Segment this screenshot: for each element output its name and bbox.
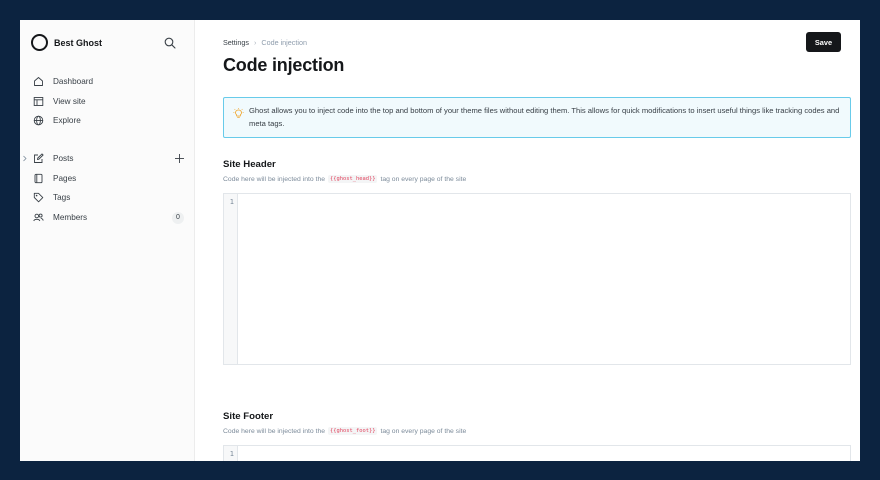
nav-label: Tags <box>53 193 71 203</box>
breadcrumb-settings-link[interactable]: Settings <box>223 38 249 47</box>
brand[interactable]: Best Ghost <box>31 34 102 51</box>
breadcrumb-current: Code injection <box>261 38 307 47</box>
line-number-gutter: 1 <box>224 446 238 461</box>
page-title: Code injection <box>223 55 345 75</box>
hint-text: Code here will be injected into the <box>223 427 326 435</box>
edit-icon <box>33 153 44 164</box>
line-number-gutter: 1 <box>224 194 238 364</box>
nav-label: Explore <box>53 116 81 126</box>
site-header-code-editor[interactable]: 1 <box>223 193 851 365</box>
site-logo-icon <box>31 34 48 51</box>
save-button[interactable]: Save <box>806 32 841 52</box>
brand-name: Best Ghost <box>54 37 103 48</box>
site-footer-title: Site Footer <box>223 411 274 422</box>
search-icon[interactable] <box>164 36 176 49</box>
hint-text: Code here will be injected into the <box>223 175 326 183</box>
nav-item-view-site[interactable]: View site <box>33 92 183 112</box>
nav-label: Posts <box>53 154 74 164</box>
lightbulb-icon <box>233 106 244 118</box>
site-footer-hint: Code here will be injected into the {{gh… <box>223 427 466 435</box>
home-icon <box>33 76 44 87</box>
breadcrumb-separator: › <box>253 38 257 47</box>
hint-text: tag on every page of the site <box>380 427 467 435</box>
breadcrumb: Settings › Code injection <box>223 38 307 47</box>
page-icon <box>33 173 44 184</box>
nav-item-members[interactable]: Members 0 <box>33 208 184 228</box>
nav-item-dashboard[interactable]: Dashboard <box>33 72 183 92</box>
sidebar: Best Ghost Dashboard View site Explore P… <box>20 20 195 461</box>
content-nav: Posts Pages Tags Members 0 <box>23 149 185 228</box>
hint-text: tag on every page of the site <box>380 175 467 183</box>
tag-icon <box>33 192 44 203</box>
members-count-badge: 0 <box>172 211 184 224</box>
nav-label: Pages <box>53 173 77 183</box>
globe-icon <box>33 115 44 126</box>
plus-icon[interactable] <box>174 153 185 164</box>
site-footer-code-input[interactable] <box>238 446 850 461</box>
nav-item-tags[interactable]: Tags <box>33 188 183 208</box>
site-header-title: Site Header <box>223 159 276 170</box>
site-footer-code-editor[interactable]: 1 <box>223 445 851 461</box>
info-notice: Ghost allows you to inject code into the… <box>223 97 851 138</box>
ghost-foot-tag: {{ghost_foot}} <box>328 427 378 435</box>
site-header-hint: Code here will be injected into the {{gh… <box>223 175 466 183</box>
line-number: 1 <box>229 450 234 458</box>
app-window: Best Ghost Dashboard View site Explore P… <box>20 20 860 461</box>
nav-item-posts[interactable]: Posts <box>23 149 185 169</box>
main-content: Settings › Code injection Code injection… <box>195 20 860 461</box>
nav-label: Members <box>53 212 88 222</box>
nav-label: View site <box>53 96 86 106</box>
ghost-head-tag: {{ghost_head}} <box>328 175 378 183</box>
nav-item-explore[interactable]: Explore <box>33 111 183 131</box>
nav-label: Dashboard <box>53 77 94 87</box>
nav-item-pages[interactable]: Pages <box>33 169 183 189</box>
chevron-right-icon[interactable] <box>21 155 28 162</box>
line-number: 1 <box>229 198 234 206</box>
members-icon <box>33 212 44 223</box>
notice-text: Ghost allows you to inject code into the… <box>249 106 840 128</box>
primary-nav: Dashboard View site Explore <box>33 72 183 131</box>
site-header-code-input[interactable] <box>238 194 850 364</box>
window-icon <box>33 96 44 107</box>
